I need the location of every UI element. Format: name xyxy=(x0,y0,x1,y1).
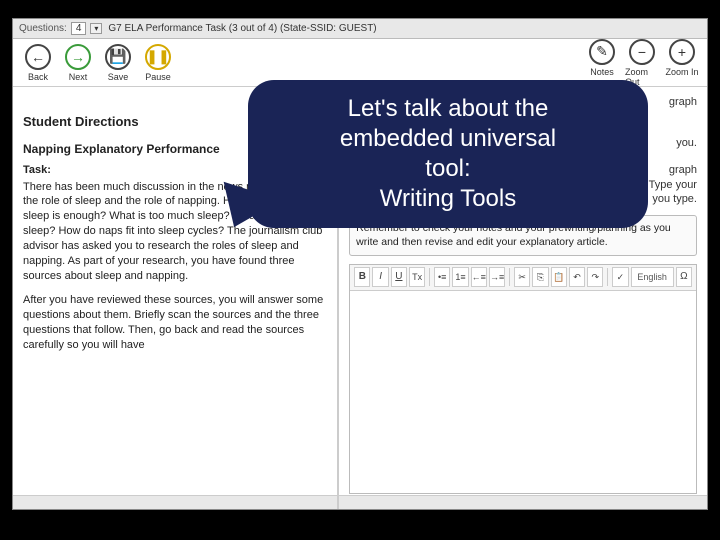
partial-text-5: you type. xyxy=(349,192,697,207)
indent-button[interactable]: →≡ xyxy=(489,267,505,287)
questions-label: Questions: xyxy=(19,23,67,34)
left-scrollbar-horizontal[interactable] xyxy=(13,495,337,509)
save-label: Save xyxy=(108,72,129,82)
pause-label: Pause xyxy=(145,72,171,82)
toolbar: ← Back → Next 💾 Save ❚❚ Pause ✎ Notes − xyxy=(13,39,707,87)
right-pane: graph you. graph title. Type your you ty… xyxy=(339,87,707,509)
italic-icon: I xyxy=(379,270,382,284)
number-list-button[interactable]: 1≡ xyxy=(452,267,468,287)
performance-task-heading: Napping Explanatory Performance xyxy=(23,141,327,157)
task-title: G7 ELA Performance Task (3 out of 4) (St… xyxy=(108,23,376,34)
zoom-in-button[interactable]: + Zoom In xyxy=(665,39,699,87)
save-button[interactable]: 💾 Save xyxy=(101,44,135,82)
partial-text-2: you. xyxy=(349,136,697,151)
pause-button[interactable]: ❚❚ Pause xyxy=(141,44,175,82)
undo-button[interactable]: ↶ xyxy=(569,267,585,287)
partial-text-3: graph xyxy=(349,163,697,178)
special-char-button[interactable]: Ω xyxy=(676,267,692,287)
task-paragraph-1: There has been much discussion in the ne… xyxy=(23,180,327,284)
zoom-out-button[interactable]: − Zoom Out xyxy=(625,39,659,87)
content-area: ⤢ Student Directions Napping Explanatory… xyxy=(13,87,707,509)
zoom-out-icon: − xyxy=(629,39,655,65)
zoom-in-icon: + xyxy=(669,39,695,65)
cut-button[interactable]: ✂ xyxy=(514,267,530,287)
notes-icon: ✎ xyxy=(589,39,615,65)
next-label: Next xyxy=(69,72,88,82)
left-pane: ⤢ Student Directions Napping Explanatory… xyxy=(13,87,339,509)
toolbar-left: ← Back → Next 💾 Save ❚❚ Pause xyxy=(21,44,175,82)
reminder-hint: Remember to check your notes and your pr… xyxy=(349,215,697,255)
bullet-list-button[interactable]: •≡ xyxy=(434,267,450,287)
paste-button[interactable]: 📋 xyxy=(551,267,567,287)
underline-icon: U xyxy=(395,270,402,284)
clear-format-button[interactable]: Tx xyxy=(409,267,425,287)
question-dropdown[interactable]: ▾ xyxy=(90,23,102,34)
notes-button[interactable]: ✎ Notes xyxy=(585,39,619,87)
right-scrollbar-horizontal[interactable] xyxy=(339,495,707,509)
titlebar: Questions: 4 ▾ G7 ELA Performance Task (… xyxy=(13,19,707,39)
text-editor: B I U Tx •≡ 1≡ ←≡ →≡ ✂ ⎘ 📋 ↶ ↷ ✓ xyxy=(349,264,697,494)
task-label: Task: xyxy=(23,163,327,178)
student-directions-heading: Student Directions xyxy=(23,113,327,131)
bold-icon: B xyxy=(359,270,366,284)
redo-button[interactable]: ↷ xyxy=(587,267,603,287)
underline-button[interactable]: U xyxy=(391,267,407,287)
app-window: Questions: 4 ▾ G7 ELA Performance Task (… xyxy=(12,18,708,510)
back-icon: ← xyxy=(25,44,51,70)
notes-label: Notes xyxy=(590,67,614,77)
language-select[interactable]: English xyxy=(631,267,674,287)
back-button[interactable]: ← Back xyxy=(21,44,55,82)
italic-button[interactable]: I xyxy=(372,267,388,287)
editor-textarea[interactable] xyxy=(350,291,696,493)
question-number[interactable]: 4 xyxy=(71,22,87,35)
save-icon: 💾 xyxy=(105,44,131,70)
spellcheck-button[interactable]: ✓ xyxy=(612,267,628,287)
task-paragraph-2: After you have reviewed these sources, y… xyxy=(23,293,327,352)
expand-icon[interactable]: ⤢ xyxy=(313,91,331,109)
next-button[interactable]: → Next xyxy=(61,44,95,82)
back-label: Back xyxy=(28,72,48,82)
separator xyxy=(607,268,608,286)
pause-icon: ❚❚ xyxy=(145,44,171,70)
toolbar-right: ✎ Notes − Zoom Out + Zoom In xyxy=(585,39,699,87)
zoom-in-label: Zoom In xyxy=(665,67,698,77)
separator xyxy=(429,268,430,286)
copy-button[interactable]: ⎘ xyxy=(532,267,548,287)
partial-text-1: graph xyxy=(349,95,697,110)
next-icon: → xyxy=(65,44,91,70)
partial-text-4: title. Type your xyxy=(349,178,697,193)
separator xyxy=(509,268,510,286)
zoom-out-label: Zoom Out xyxy=(625,67,659,87)
editor-toolbar: B I U Tx •≡ 1≡ ←≡ →≡ ✂ ⎘ 📋 ↶ ↷ ✓ xyxy=(350,265,696,291)
outdent-button[interactable]: ←≡ xyxy=(471,267,487,287)
bold-button[interactable]: B xyxy=(354,267,370,287)
